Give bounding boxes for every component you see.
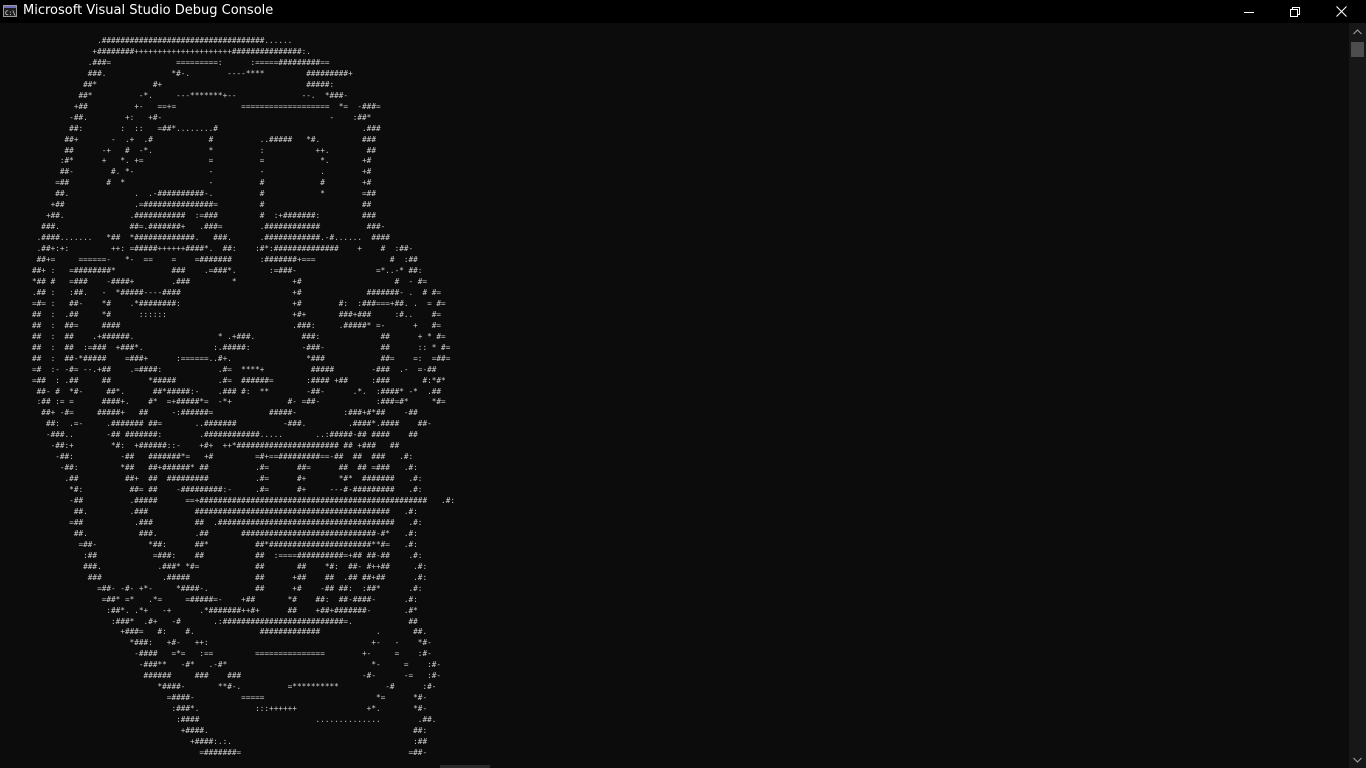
vertical-scrollbar[interactable] <box>1349 23 1366 768</box>
scroll-down-button[interactable] <box>1349 751 1366 768</box>
window-title: Microsoft Visual Studio Debug Console <box>23 3 274 18</box>
chevron-up-icon <box>1353 28 1362 34</box>
console-output-area[interactable]: .###################################....… <box>0 23 1349 768</box>
title-bar[interactable]: C:\ Microsoft Visual Studio Debug Consol… <box>0 0 1366 23</box>
svg-text:C:\: C:\ <box>5 10 16 17</box>
console-app-icon: C:\ <box>3 5 17 17</box>
chevron-down-icon <box>1353 757 1362 763</box>
scroll-up-button[interactable] <box>1349 23 1366 40</box>
restore-button[interactable] <box>1272 0 1318 23</box>
ascii-art-output: .###################################....… <box>32 36 455 757</box>
restore-icon <box>1290 6 1300 17</box>
close-button[interactable] <box>1318 0 1364 23</box>
close-icon <box>1335 6 1347 17</box>
minimize-icon <box>1244 11 1254 13</box>
scrollbar-thumb[interactable] <box>1351 42 1364 57</box>
minimize-button[interactable] <box>1226 0 1272 23</box>
debug-console-window: C:\ Microsoft Visual Studio Debug Consol… <box>0 0 1366 768</box>
